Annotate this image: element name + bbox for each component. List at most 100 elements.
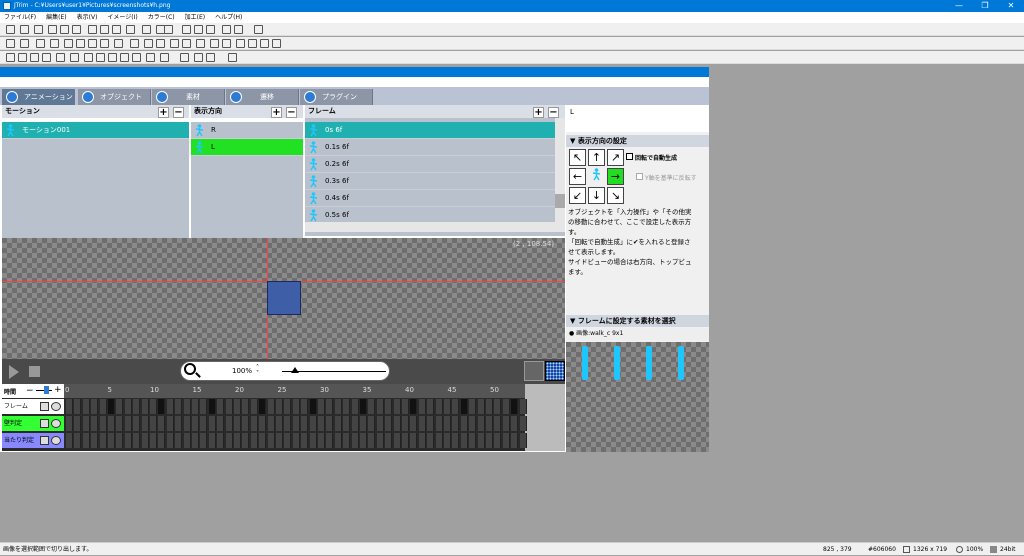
- tb1-button-1[interactable]: [20, 25, 29, 34]
- frame-row[interactable]: 0.2s 6f: [305, 156, 555, 173]
- timeline-cell[interactable]: [242, 433, 250, 448]
- timeline-cell[interactable]: [158, 416, 166, 431]
- tb2-button-5[interactable]: [76, 39, 85, 48]
- timeline-cell[interactable]: [519, 416, 527, 431]
- timeline-cell[interactable]: [166, 416, 174, 431]
- tb3-button-11[interactable]: [146, 53, 155, 62]
- arrow-up-left-icon[interactable]: ↖: [569, 149, 586, 166]
- lock-icon[interactable]: [40, 419, 49, 428]
- timeline-cell[interactable]: [276, 433, 283, 448]
- timeline-cell[interactable]: [494, 433, 502, 448]
- timeline-cell[interactable]: [200, 433, 208, 448]
- timeline-cell[interactable]: [435, 399, 443, 414]
- timeline-cell[interactable]: [368, 399, 376, 414]
- timeline-cell[interactable]: [208, 399, 216, 414]
- timeline-cell[interactable]: [276, 399, 283, 414]
- add-motion-button[interactable]: +: [158, 107, 169, 118]
- timeline-cell[interactable]: [183, 416, 191, 431]
- arrow-right-icon[interactable]: →: [607, 168, 624, 185]
- timeline-cell[interactable]: [435, 416, 443, 431]
- tab-plugin[interactable]: プラグイン: [300, 89, 373, 105]
- timeline-cell[interactable]: [234, 433, 241, 448]
- tb2-button-19[interactable]: [260, 39, 269, 48]
- timeline-cell[interactable]: [200, 399, 208, 414]
- tb3-button-9[interactable]: [120, 53, 129, 62]
- timeline-cell[interactable]: [116, 416, 124, 431]
- grid-toggle-button[interactable]: [545, 361, 565, 381]
- remove-direction-button[interactable]: −: [286, 107, 297, 118]
- tb3-button-7[interactable]: [96, 53, 105, 62]
- time-slider-thumb[interactable]: [44, 386, 49, 394]
- timeline-cell[interactable]: [259, 433, 267, 448]
- tb2-button-14[interactable]: [196, 39, 205, 48]
- frame-hscrollbar[interactable]: [305, 222, 565, 232]
- timeline-cell[interactable]: [511, 433, 519, 448]
- timeline-cell[interactable]: [166, 399, 174, 414]
- frame-row[interactable]: 0.3s 6f: [305, 173, 555, 190]
- timeline-cell[interactable]: [376, 433, 384, 448]
- timeline-cell[interactable]: [301, 433, 309, 448]
- list-item[interactable]: R: [191, 122, 303, 139]
- arrow-up-icon[interactable]: ↑: [588, 149, 605, 166]
- sprite-preview[interactable]: [267, 281, 301, 315]
- tb2-button-0[interactable]: [6, 39, 15, 48]
- section-header[interactable]: ▼ 表示方向の設定: [566, 135, 709, 147]
- timeline-cell[interactable]: [267, 399, 275, 414]
- timeline-cell[interactable]: [477, 416, 485, 431]
- play-icon[interactable]: [9, 365, 19, 379]
- timeline-cell[interactable]: [469, 416, 477, 431]
- timeline-cell[interactable]: [292, 399, 300, 414]
- timeline-cell[interactable]: [141, 416, 149, 431]
- timeline-cell[interactable]: [410, 433, 418, 448]
- tb1-button-10[interactable]: [142, 25, 151, 34]
- tb3-button-2[interactable]: [30, 53, 39, 62]
- timeline-cell[interactable]: [124, 399, 132, 414]
- timeline-cell[interactable]: [460, 433, 468, 448]
- tb3-button-8[interactable]: [108, 53, 117, 62]
- timeline-cell[interactable]: [301, 416, 309, 431]
- timeline-cell[interactable]: [410, 399, 418, 414]
- timeline-cell[interactable]: [418, 433, 426, 448]
- timeline-cell[interactable]: [108, 399, 115, 414]
- timeline-cell[interactable]: [91, 416, 99, 431]
- timeline-cell[interactable]: [150, 399, 157, 414]
- timeline-cell[interactable]: [318, 416, 325, 431]
- menu-file[interactable]: ファイル(F): [4, 12, 36, 23]
- menu-edit[interactable]: 編集(E): [46, 12, 66, 23]
- timeline-cell[interactable]: [519, 399, 527, 414]
- timeline-cell[interactable]: [150, 433, 157, 448]
- timeline-cell[interactable]: [82, 399, 90, 414]
- timeline-cell[interactable]: [99, 399, 107, 414]
- timeline-cell[interactable]: [393, 416, 401, 431]
- list-item[interactable]: モーション001: [2, 122, 189, 139]
- timeline-cell[interactable]: [166, 433, 174, 448]
- timeline-cell[interactable]: [318, 433, 325, 448]
- frame-scrollbar[interactable]: [555, 118, 565, 222]
- tb2-button-20[interactable]: [272, 39, 281, 48]
- timeline-cell[interactable]: [393, 433, 401, 448]
- frame-row[interactable]: 0s 6f: [305, 122, 555, 139]
- tb2-button-9[interactable]: [130, 39, 139, 48]
- tb3-button-3[interactable]: [42, 53, 51, 62]
- timeline-cell[interactable]: [284, 433, 292, 448]
- timeline-cell[interactable]: [192, 399, 199, 414]
- timeline-cell[interactable]: [276, 416, 283, 431]
- timeline-cell[interactable]: [309, 433, 317, 448]
- timeline-row-header[interactable]: フレーム: [2, 399, 64, 414]
- timeline-cell[interactable]: [284, 399, 292, 414]
- timeline-cell[interactable]: [502, 433, 510, 448]
- tb3-button-4[interactable]: [56, 53, 65, 62]
- timeline-cell[interactable]: [360, 433, 367, 448]
- timeline-cell[interactable]: [494, 399, 502, 414]
- timeline-cell[interactable]: [99, 433, 107, 448]
- timeline-cell[interactable]: [385, 399, 393, 414]
- timeline-cell[interactable]: [200, 416, 208, 431]
- timeline-cell[interactable]: [133, 416, 141, 431]
- tb1-button-15[interactable]: [206, 25, 215, 34]
- timeline-cell[interactable]: [460, 399, 468, 414]
- tb2-button-18[interactable]: [248, 39, 257, 48]
- tb3-button-15[interactable]: [206, 53, 215, 62]
- timeline-cell[interactable]: [477, 399, 485, 414]
- tab-animation[interactable]: アニメーション: [2, 89, 75, 105]
- tb1-button-12[interactable]: [164, 25, 173, 34]
